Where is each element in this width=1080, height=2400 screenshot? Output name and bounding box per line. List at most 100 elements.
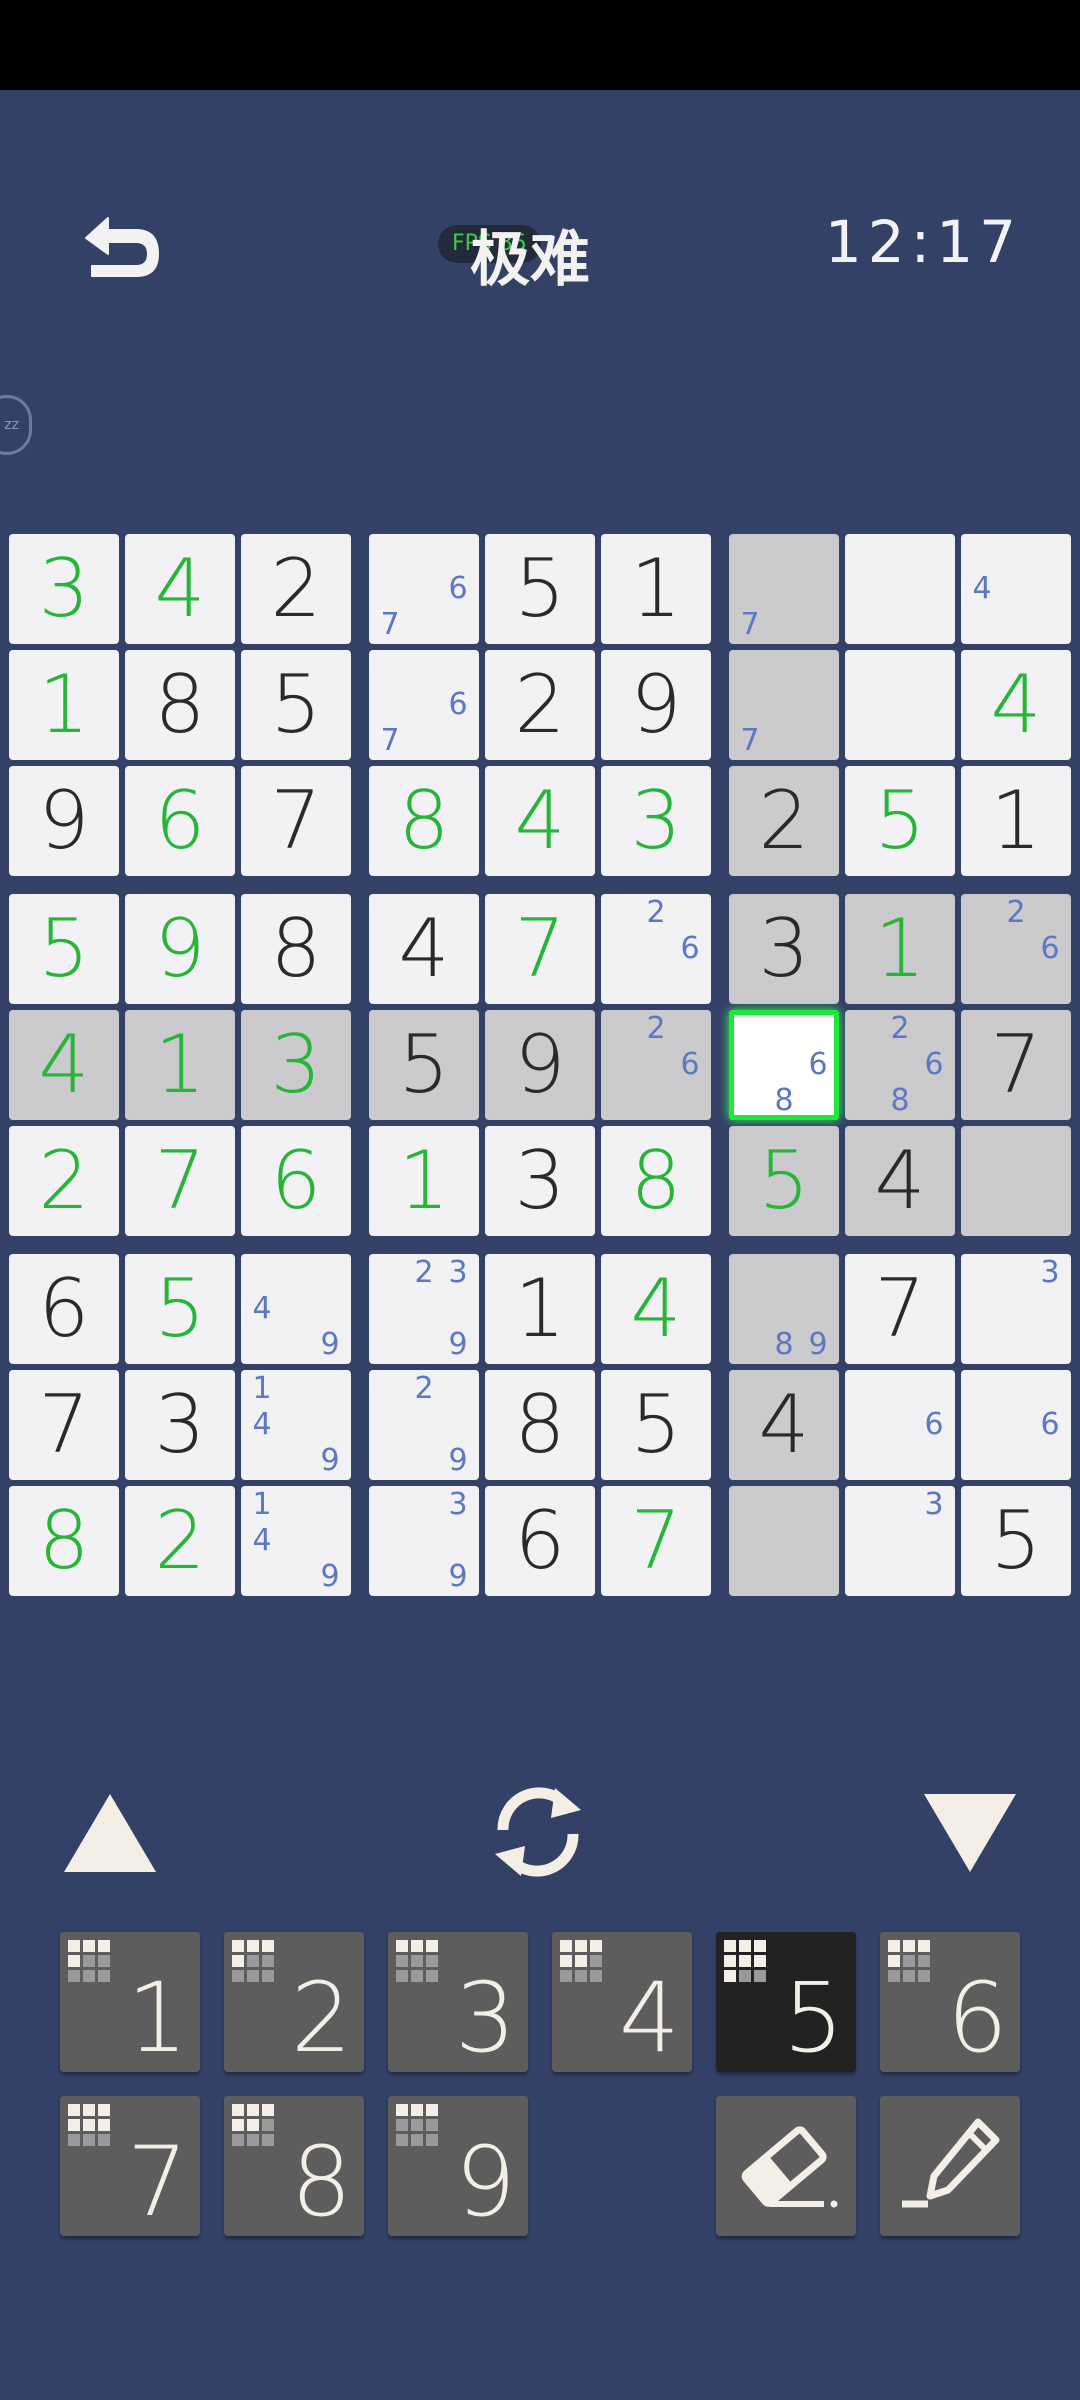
sudoku-cell[interactable]: 39	[369, 1486, 479, 1596]
sudoku-cell[interactable]: 3	[485, 1126, 595, 1236]
sudoku-cell[interactable]: 5	[485, 534, 595, 644]
sudoku-cell[interactable]: 89	[729, 1254, 839, 1364]
sudoku-cell[interactable]: 2	[241, 534, 351, 644]
sudoku-cell[interactable]: 14 9	[241, 1486, 351, 1596]
number-key-6[interactable]: 6	[880, 1932, 1020, 2074]
sudoku-cell[interactable]: 3	[961, 1254, 1071, 1364]
sudoku-cell[interactable]: 4	[845, 1126, 955, 1236]
sudoku-cell[interactable]: 3	[845, 1486, 955, 1596]
sudoku-cell[interactable]	[845, 534, 955, 644]
refresh-icon[interactable]	[485, 1782, 591, 1882]
number-key-9[interactable]: 9	[388, 2096, 528, 2238]
eraser-button[interactable]	[716, 2096, 856, 2236]
sudoku-cell[interactable]: 6	[9, 1254, 119, 1364]
sudoku-cell[interactable]: 2	[485, 650, 595, 760]
sudoku-cell[interactable]: 6	[241, 1126, 351, 1236]
sudoku-cell[interactable]: 4	[125, 534, 235, 644]
sudoku-cell[interactable]: 5	[9, 894, 119, 1004]
sudoku-cell[interactable]: 5	[601, 1370, 711, 1480]
triangle-up-icon[interactable]	[60, 1790, 160, 1876]
sudoku-cell[interactable]: 7	[961, 1010, 1071, 1120]
sudoku-cell[interactable]: 8	[125, 650, 235, 760]
sudoku-cell[interactable]: 67	[369, 650, 479, 760]
number-key-5[interactable]: 5	[716, 1932, 856, 2074]
sudoku-cell[interactable]: 3	[125, 1370, 235, 1480]
sudoku-cell[interactable]: 9	[9, 766, 119, 876]
sudoku-cell[interactable]: 7	[845, 1254, 955, 1364]
sudoku-cell[interactable]: 6	[961, 1370, 1071, 1480]
cell-value: 4	[38, 1018, 90, 1111]
back-icon[interactable]	[78, 210, 168, 290]
sudoku-cell[interactable]	[845, 650, 955, 760]
sudoku-cell[interactable]: 1	[485, 1254, 595, 1364]
pencil-button[interactable]	[880, 2096, 1020, 2236]
sudoku-cell[interactable]: 4	[601, 1254, 711, 1364]
sudoku-cell[interactable]: 1	[9, 650, 119, 760]
sudoku-cell[interactable]: 4	[9, 1010, 119, 1120]
sudoku-cell[interactable]: 5	[845, 766, 955, 876]
sudoku-cell[interactable]: 7	[241, 766, 351, 876]
sudoku-cell[interactable]: 3	[241, 1010, 351, 1120]
sudoku-cell[interactable]: 9	[125, 894, 235, 1004]
triangle-down-icon[interactable]	[920, 1790, 1020, 1876]
sudoku-cell[interactable]: 7	[729, 650, 839, 760]
sudoku-cell[interactable]: 67	[369, 534, 479, 644]
sudoku-cell[interactable]: 4	[485, 766, 595, 876]
sudoku-cell[interactable]: 4	[729, 1370, 839, 1480]
sudoku-cell[interactable]: 26	[961, 894, 1071, 1004]
sudoku-cell[interactable]: 1	[125, 1010, 235, 1120]
sudoku-cell[interactable]: 6	[485, 1486, 595, 1596]
sudoku-cell[interactable]: 26	[601, 1010, 711, 1120]
sudoku-cell[interactable]: 1	[845, 894, 955, 1004]
sudoku-cell[interactable]	[961, 1126, 1071, 1236]
sudoku-cell[interactable]: 29	[369, 1370, 479, 1480]
sudoku-cell[interactable]: 6	[125, 766, 235, 876]
sudoku-cell[interactable]: 23 9	[369, 1254, 479, 1364]
sudoku-cell[interactable]: 49	[241, 1254, 351, 1364]
sudoku-cell[interactable]: 8	[369, 766, 479, 876]
side-badge[interactable]: zz	[0, 395, 32, 455]
number-key-7[interactable]: 7	[60, 2096, 200, 2238]
sudoku-cell[interactable]: 3	[729, 894, 839, 1004]
sudoku-cell[interactable]: 8	[241, 894, 351, 1004]
sudoku-cell[interactable]: 4	[369, 894, 479, 1004]
sudoku-cell[interactable]: 68	[729, 1010, 839, 1120]
sudoku-cell[interactable]: 7	[729, 534, 839, 644]
sudoku-cell[interactable]: 1	[601, 534, 711, 644]
sudoku-cell[interactable]: 7	[485, 894, 595, 1004]
number-key-1[interactable]: 1	[60, 1932, 200, 2074]
sudoku-cell[interactable]: 5	[241, 650, 351, 760]
sudoku-cell[interactable]: 2	[125, 1486, 235, 1596]
number-key-8[interactable]: 8	[224, 2096, 364, 2238]
sudoku-cell[interactable]: 1	[369, 1126, 479, 1236]
sudoku-cell[interactable]: 5	[961, 1486, 1071, 1596]
sudoku-cell[interactable]: 7	[125, 1126, 235, 1236]
sudoku-cell[interactable]: 5	[369, 1010, 479, 1120]
number-key-3[interactable]: 3	[388, 1932, 528, 2074]
sudoku-cell[interactable]: 7	[601, 1486, 711, 1596]
sudoku-cell[interactable]: 3	[9, 534, 119, 644]
sudoku-cell[interactable]: 2	[9, 1126, 119, 1236]
number-key-4[interactable]: 4	[552, 1932, 692, 2074]
sudoku-cell[interactable]: 8	[9, 1486, 119, 1596]
sudoku-cell[interactable]: 4	[961, 650, 1071, 760]
sudoku-cell[interactable]: 5	[729, 1126, 839, 1236]
sudoku-cell[interactable]: 1	[961, 766, 1071, 876]
sudoku-cell[interactable]: 4	[961, 534, 1071, 644]
sudoku-cell[interactable]: 268	[845, 1010, 955, 1120]
sudoku-cell[interactable]: 14 9	[241, 1370, 351, 1480]
sudoku-cell[interactable]: 9	[601, 650, 711, 760]
cell-value: 2	[154, 1494, 206, 1587]
sudoku-cell[interactable]: 6	[845, 1370, 955, 1480]
number-key-2[interactable]: 2	[224, 1932, 364, 2074]
sudoku-cell[interactable]: 7	[9, 1370, 119, 1480]
sudoku-cell[interactable]: 8	[485, 1370, 595, 1480]
sudoku-cell[interactable]: 9	[485, 1010, 595, 1120]
sudoku-cell[interactable]: 8	[601, 1126, 711, 1236]
cell-value: 7	[38, 1378, 90, 1471]
sudoku-cell[interactable]: 26	[601, 894, 711, 1004]
sudoku-cell[interactable]: 2	[729, 766, 839, 876]
sudoku-cell[interactable]: 3	[601, 766, 711, 876]
sudoku-cell[interactable]: 5	[125, 1254, 235, 1364]
sudoku-cell[interactable]	[729, 1486, 839, 1596]
